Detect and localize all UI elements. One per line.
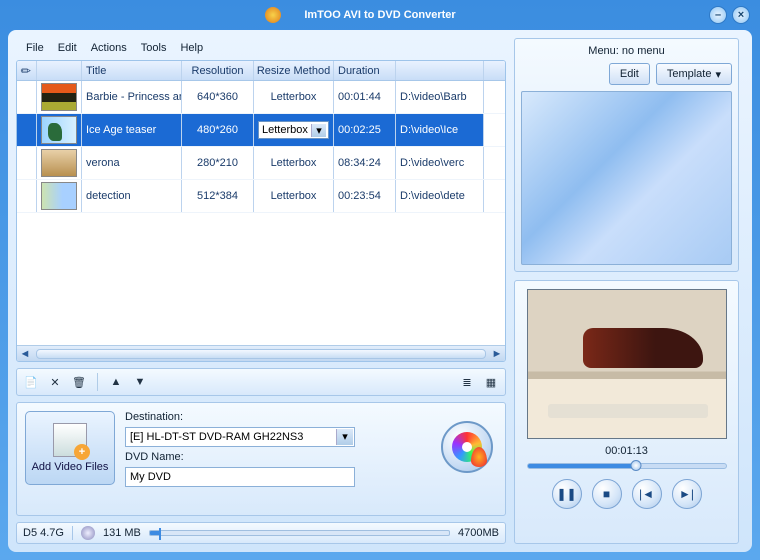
menu-preview [521,91,732,265]
timecode: 00:01:13 [605,445,648,457]
menu-actions[interactable]: Actions [91,42,127,56]
menu-edit[interactable]: Edit [58,42,77,56]
player-panel: En19670671 00:01:13 ❚❚ ■ |◄ ►| [514,280,739,544]
chevron-down-icon: ▾ [715,68,721,81]
list-toolbar: 📄 ✕ 🗑 ▲ ▼ ≣ ▦ [16,368,506,396]
flame-icon [471,447,487,467]
menu-status: Menu: no menu [521,45,732,57]
close-button[interactable]: × [732,6,750,24]
menu-template-button[interactable]: Template▾ [656,63,732,85]
cell-res: 480*260 [182,114,254,146]
menu-tools[interactable]: Tools [141,42,167,56]
burn-button[interactable] [441,421,493,473]
remove-icon[interactable]: ✕ [47,374,63,390]
view-list-icon[interactable]: ≣ [459,374,475,390]
window-title: ImTOO AVI to DVD Converter [304,9,455,21]
scroll-left-icon[interactable]: ◄ [17,348,33,360]
scroll-thumb[interactable] [36,349,486,359]
grid-scrollbar[interactable]: ◄ ► [17,345,505,361]
col-title[interactable]: Title [82,61,182,80]
col-resolution[interactable]: Resolution [182,61,254,80]
cell-dur: 00:01:44 [334,81,396,113]
col-thumb[interactable] [37,61,82,80]
total-size: 4700MB [458,527,499,539]
properties-icon[interactable]: 📄 [23,374,39,390]
menu-file[interactable]: File [26,42,44,56]
menu-edit-button[interactable]: Edit [609,63,650,85]
view-grid-icon[interactable]: ▦ [483,374,499,390]
thumbnail [41,149,77,177]
move-down-icon[interactable]: ▼ [132,374,148,390]
table-row[interactable]: Ice Age teaser 480*260 Letterbox 00:02:2… [17,114,505,147]
destination-select[interactable]: [E] HL-DT-ST DVD-RAM GH22NS3 [125,427,355,447]
seek-bar[interactable] [527,463,727,469]
grid-body: Barbie - Princess anc 640*360 Letterbox … [17,81,505,345]
scroll-right-icon[interactable]: ► [489,348,505,360]
cell-title: verona [82,147,182,179]
grid-header: ✎ Title Resolution Resize Method Duratio… [17,61,505,81]
cell-path: D:\video\verc [396,147,484,179]
table-row[interactable]: detection 512*384 Letterbox 00:23:54 D:\… [17,180,505,213]
file-grid: ✎ Title Resolution Resize Method Duratio… [16,60,506,362]
thumbnail [41,116,77,144]
seek-knob[interactable] [631,460,642,471]
cell-res: 640*360 [182,81,254,113]
pause-button[interactable]: ❚❚ [552,479,582,509]
cell-path: D:\video\Ice [396,114,484,146]
cell-method: Letterbox [254,81,334,113]
add-file-icon [53,423,87,457]
app-icon [265,7,281,23]
used-size: 131 MB [103,527,141,539]
status-bar: D5 4.7G 131 MB 4700MB [16,522,506,544]
capacity-bar [149,530,450,536]
prev-button[interactable]: |◄ [632,479,662,509]
cell-title: Ice Age teaser [82,114,182,146]
pencil-icon: ✎ [18,62,35,79]
video-overlay-text: En19670671 [596,406,657,416]
cell-path: D:\video\dete [396,180,484,212]
col-edit[interactable]: ✎ [17,61,37,80]
resize-method-dropdown[interactable]: Letterbox [258,121,329,139]
cell-title: Barbie - Princess anc [82,81,182,113]
disk-icon [81,526,95,540]
menu-help[interactable]: Help [180,42,203,56]
thumbnail [41,83,77,111]
cell-title: detection [82,180,182,212]
thumbnail [41,182,77,210]
add-video-files-button[interactable]: Add Video Files [25,411,115,485]
col-duration[interactable]: Duration [334,61,396,80]
cell-dur: 00:23:54 [334,180,396,212]
video-preview: En19670671 [527,289,727,439]
menu-panel: Menu: no menu Edit Template▾ [514,38,739,272]
title-bar: ImTOO AVI to DVD Converter – × [0,0,760,30]
cell-dur: 00:02:25 [334,114,396,146]
cell-path: D:\video\Barb [396,81,484,113]
trash-icon[interactable]: 🗑 [71,374,87,390]
destination-label: Destination: [125,411,497,423]
add-video-label: Add Video Files [32,461,109,473]
cell-res: 512*384 [182,180,254,212]
next-button[interactable]: ►| [672,479,702,509]
output-panel: Add Video Files Destination: [E] HL-DT-S… [16,402,506,516]
menu-bar: File Edit Actions Tools Help [16,38,506,60]
col-path[interactable] [396,61,484,80]
table-row[interactable]: Barbie - Princess anc 640*360 Letterbox … [17,81,505,114]
minimize-button[interactable]: – [709,6,727,24]
dvd-name-input[interactable]: My DVD [125,467,355,487]
cell-method: Letterbox [254,180,334,212]
move-up-icon[interactable]: ▲ [108,374,124,390]
col-resize-method[interactable]: Resize Method [254,61,334,80]
stop-button[interactable]: ■ [592,479,622,509]
cell-method: Letterbox [254,147,334,179]
cell-res: 280*210 [182,147,254,179]
disc-type: D5 4.7G [23,527,64,539]
cell-dur: 08:34:24 [334,147,396,179]
table-row[interactable]: verona 280*210 Letterbox 08:34:24 D:\vid… [17,147,505,180]
